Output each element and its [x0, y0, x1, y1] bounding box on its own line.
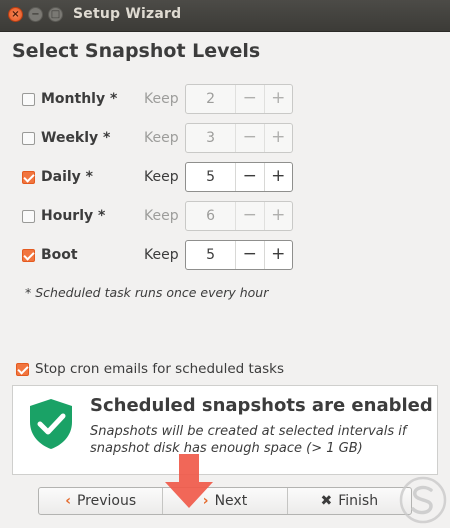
previous-label: Previous	[76, 493, 137, 509]
monthly-keep-value[interactable]: 2	[186, 85, 235, 113]
minimize-window-button[interactable]: −	[28, 7, 43, 22]
weekly-keep-label: Keep	[144, 130, 179, 146]
monthly-keep-label: Keep	[144, 91, 179, 107]
logo-watermark-icon	[399, 476, 447, 524]
monthly-checkbox[interactable]	[22, 93, 35, 106]
weekly-decrement-button[interactable]: −	[235, 124, 263, 152]
hourly-keep-spinner: 6 − +	[185, 201, 293, 231]
daily-keep-value[interactable]: 5	[186, 163, 235, 191]
boot-increment-button[interactable]: +	[263, 241, 292, 269]
stop-cron-emails-label[interactable]: Stop cron emails for scheduled tasks	[35, 361, 284, 377]
weekly-keep-spinner: 3 − +	[185, 123, 293, 153]
hourly-decrement-button[interactable]: −	[235, 202, 263, 230]
level-row-weekly: Weekly * Keep 3 − +	[0, 123, 450, 155]
window-title: Setup Wizard	[73, 6, 182, 22]
shield-check-icon	[30, 399, 72, 449]
title-bar: × − □ Setup Wizard	[0, 0, 450, 32]
finish-label: Finish	[338, 493, 379, 509]
daily-increment-button[interactable]: +	[263, 163, 292, 191]
stop-cron-emails-checkbox[interactable]	[16, 363, 29, 376]
hourly-keep-label: Keep	[144, 208, 179, 224]
hourly-checkbox[interactable]	[22, 210, 35, 223]
pointer-arrow-icon	[165, 454, 213, 508]
status-panel: Scheduled snapshots are enabled Snapshot…	[12, 385, 438, 475]
monthly-keep-spinner: 2 − +	[185, 84, 293, 114]
monthly-decrement-button[interactable]: −	[235, 85, 263, 113]
level-row-boot: Boot Keep 5 − +	[0, 240, 450, 272]
weekly-increment-button[interactable]: +	[263, 124, 292, 152]
wizard-navigation: ‹ Previous › Next ✖ Finish	[38, 487, 412, 515]
boot-checkbox[interactable]	[22, 249, 35, 262]
close-x-icon: ✖	[320, 493, 333, 509]
boot-decrement-button[interactable]: −	[235, 241, 263, 269]
weekly-keep-value[interactable]: 3	[186, 124, 235, 152]
monthly-label[interactable]: Monthly *	[41, 91, 117, 107]
weekly-label[interactable]: Weekly *	[41, 130, 110, 146]
boot-label[interactable]: Boot	[41, 247, 78, 263]
boot-keep-spinner: 5 − +	[185, 240, 293, 270]
cron-option-row: Stop cron emails for scheduled tasks	[0, 358, 450, 382]
hourly-increment-button[interactable]: +	[263, 202, 292, 230]
daily-keep-label: Keep	[144, 169, 179, 185]
boot-keep-value[interactable]: 5	[186, 241, 235, 269]
close-window-button[interactable]: ×	[8, 7, 23, 22]
hourly-keep-value[interactable]: 6	[186, 202, 235, 230]
chevron-left-icon: ‹	[65, 493, 71, 509]
daily-keep-spinner: 5 − +	[185, 162, 293, 192]
level-row-monthly: Monthly * Keep 2 − +	[0, 84, 450, 116]
previous-button[interactable]: ‹ Previous	[39, 488, 162, 514]
schedule-note: * Scheduled task runs once every hour	[25, 285, 269, 300]
hourly-label[interactable]: Hourly *	[41, 208, 105, 224]
next-label: Next	[214, 493, 248, 509]
status-title: Scheduled snapshots are enabled	[90, 395, 433, 416]
daily-checkbox[interactable]	[22, 171, 35, 184]
finish-button[interactable]: ✖ Finish	[286, 488, 411, 514]
daily-label[interactable]: Daily *	[41, 169, 93, 185]
daily-decrement-button[interactable]: −	[235, 163, 263, 191]
level-row-hourly: Hourly * Keep 6 − +	[0, 201, 450, 233]
maximize-window-button[interactable]: □	[48, 7, 63, 22]
level-row-daily: Daily * Keep 5 − +	[0, 162, 450, 194]
monthly-increment-button[interactable]: +	[263, 85, 292, 113]
weekly-checkbox[interactable]	[22, 132, 35, 145]
status-description: Snapshots will be created at selected in…	[90, 424, 407, 456]
page-title: Select Snapshot Levels	[12, 40, 261, 62]
boot-keep-label: Keep	[144, 247, 179, 263]
